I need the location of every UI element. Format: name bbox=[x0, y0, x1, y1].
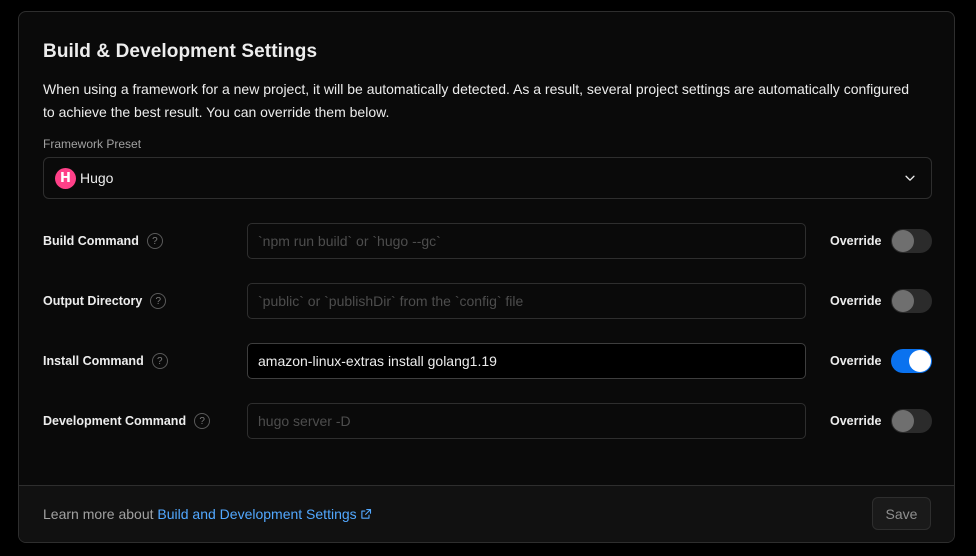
framework-preset-select[interactable]: H Hugo bbox=[43, 157, 932, 199]
external-link-icon bbox=[360, 508, 371, 519]
build-command-label: Build Command ? bbox=[43, 223, 163, 259]
install-command-override-label: Override bbox=[830, 354, 882, 368]
build-settings-docs-link[interactable]: Build and Development Settings bbox=[157, 506, 371, 522]
card-footer: Learn more about Build and Development S… bbox=[19, 485, 954, 542]
build-command-input[interactable] bbox=[247, 223, 806, 259]
help-icon[interactable]: ? bbox=[151, 353, 168, 369]
help-icon[interactable]: ? bbox=[150, 293, 167, 309]
install-command-override-toggle[interactable] bbox=[891, 349, 932, 373]
build-command-override-label: Override bbox=[830, 234, 882, 248]
toggle-knob bbox=[892, 290, 914, 312]
toggle-knob bbox=[892, 230, 914, 252]
install-command-label: Install Command ? bbox=[43, 343, 168, 379]
output-directory-input[interactable] bbox=[247, 283, 806, 319]
framework-preset-label: Framework Preset bbox=[43, 137, 142, 151]
framework-preset-value: Hugo bbox=[80, 170, 114, 186]
development-command-override-toggle[interactable] bbox=[891, 409, 932, 433]
card-body: Build & Development Settings When using … bbox=[19, 12, 954, 488]
setting-row-install-command: Install Command ? Override bbox=[43, 343, 932, 379]
footer-learn-more: Learn more about Build and Development S… bbox=[43, 506, 372, 522]
toggle-knob bbox=[892, 410, 914, 432]
help-icon[interactable]: ? bbox=[194, 413, 211, 429]
setting-row-output-directory: Output Directory ? Override bbox=[43, 283, 932, 319]
toggle-knob bbox=[909, 350, 931, 372]
help-icon[interactable]: ? bbox=[146, 233, 163, 249]
card-title: Build & Development Settings bbox=[43, 41, 318, 62]
setting-row-build-command: Build Command ? Override bbox=[43, 223, 932, 259]
setting-row-development-command: Development Command ? Override bbox=[43, 403, 932, 439]
development-command-label: Development Command ? bbox=[43, 403, 211, 439]
install-command-input[interactable] bbox=[247, 343, 806, 379]
output-directory-override-label: Override bbox=[830, 294, 882, 308]
card-description: When using a framework for a new project… bbox=[43, 81, 910, 120]
development-command-override-label: Override bbox=[830, 414, 882, 428]
build-command-override-toggle[interactable] bbox=[891, 229, 932, 253]
development-command-input[interactable] bbox=[247, 403, 806, 439]
output-directory-override-toggle[interactable] bbox=[891, 289, 932, 313]
chevron-down-icon bbox=[905, 175, 915, 181]
hugo-logo-icon: H bbox=[55, 167, 76, 189]
save-button[interactable]: Save bbox=[872, 497, 931, 530]
output-directory-label: Output Directory ? bbox=[43, 283, 167, 319]
build-settings-card: Build & Development Settings When using … bbox=[18, 11, 955, 543]
